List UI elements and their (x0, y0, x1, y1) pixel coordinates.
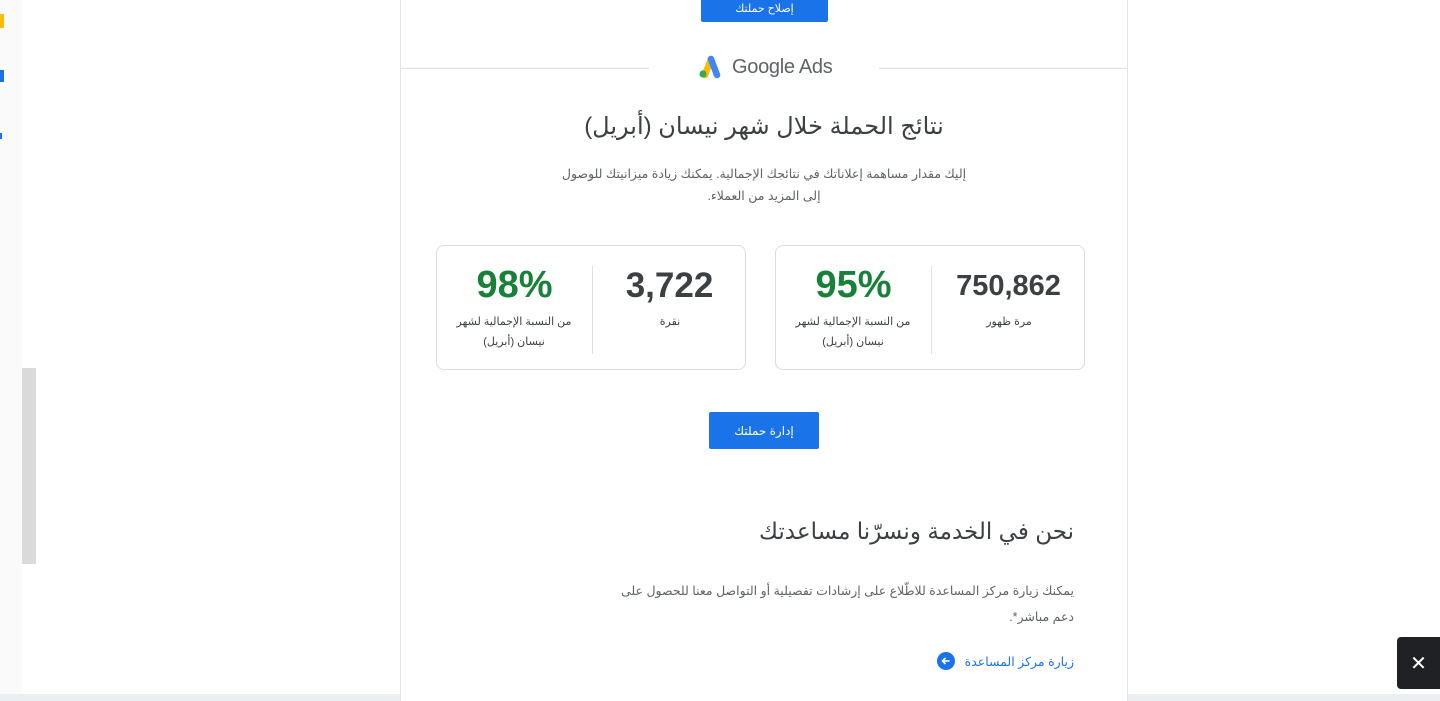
arrow-left-icon[interactable] (936, 652, 955, 670)
clicks-percent: 98% (476, 264, 553, 306)
divider-right (879, 68, 1127, 69)
card-divider (931, 266, 932, 354)
help-paragraph-line-2: دعم مباشر*. (1009, 610, 1074, 624)
clicks-percent-label-line-1: من النسبة الإجمالية لشهر (456, 316, 572, 328)
divider-left (401, 68, 649, 69)
help-paragraph: يمكنك زيارة مركز المساعدة للاطّلاع على إ… (594, 578, 1074, 630)
google-ads-logo-icon (699, 55, 721, 79)
subtitle-line-2: إلى المزيد من العملاء. (707, 189, 821, 203)
impressions-percent-label-line-1: من النسبة الإجمالية لشهر (795, 316, 911, 328)
google-ads-wordmark: Google Ads (732, 55, 833, 78)
close-button[interactable]: ✕ (1397, 637, 1440, 689)
subtitle-line-1: إليك مقدار مساهمة إعلاناتك في نتائجك الإ… (561, 167, 967, 181)
impressions-value: 750,862 (956, 270, 1061, 302)
impressions-percent-label-line-2: نيسان (أبريل) (822, 336, 884, 348)
impressions-percent: 95% (815, 264, 892, 306)
google-ads-logo: Google Ads (696, 53, 833, 81)
clicks-card: 3,722 نقرة 98% من النسبة الإجمالية لشهر … (436, 245, 746, 370)
impressions-percent-label: من النسبة الإجمالية لشهر نيسان (أبريل) (788, 312, 918, 352)
help-heading: نحن في الخدمة ونسرّنا مساعدتك (758, 518, 1074, 544)
email-body: إصلاح حملتك Google Ads نتائج الحملة خلال… (400, 0, 1128, 701)
campaign-results-title: نتائج الحملة خلال شهر نيسان (أبريل) (584, 113, 944, 140)
card-divider (592, 266, 593, 354)
clicks-value: 3,722 (625, 266, 714, 305)
manage-campaign-button[interactable]: إدارة حملتك (709, 412, 819, 449)
help-paragraph-line-1: يمكنك زيارة مركز المساعدة للاطّلاع على إ… (620, 584, 1074, 598)
help-center-link-label[interactable]: زيارة مركز المساعدة (965, 654, 1074, 669)
clicks-percent-label-line-2: نيسان (أبريل) (483, 336, 545, 348)
gutter-marker-blue (0, 70, 4, 82)
campaign-results-subtitle: إليك مقدار مساهمة إعلاناتك في نتائجك الإ… (551, 163, 977, 207)
close-icon[interactable]: ✕ (1410, 651, 1427, 676)
impressions-label: مرة ظهور (986, 316, 1032, 328)
clicks-percent-label: من النسبة الإجمالية لشهر نيسان (أبريل) (449, 312, 579, 352)
gutter-marker-yellow (0, 14, 4, 28)
fix-campaign-button[interactable]: إصلاح حملتك (701, 0, 828, 22)
gutter-marker-small (0, 133, 2, 139)
impressions-card: 750,862 مرة ظهور 95% من النسبة الإجمالية… (775, 245, 1085, 370)
clicks-label: نقرة (659, 316, 681, 328)
left-gutter (0, 0, 22, 694)
scrollbar-thumb[interactable] (22, 368, 36, 564)
help-center-link[interactable]: زيارة مركز المساعدة (936, 652, 1074, 670)
